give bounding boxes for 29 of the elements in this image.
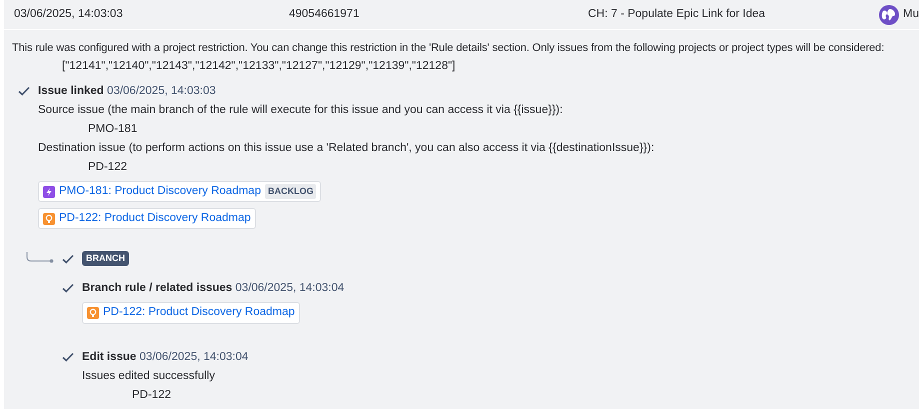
detail-label: Source issue (the main branch of the rule will execute for this issue and you can access it via {{issue}}): bbox=[38, 103, 564, 118]
branch-badge: BRANCH bbox=[82, 250, 129, 266]
check-icon bbox=[18, 85, 30, 97]
rule-name: CH: 7 - Populate Epic Link for Idea bbox=[588, 6, 766, 22]
step-title: Edit issue 03/06/2025, 14:03:04 bbox=[82, 350, 248, 366]
restriction-message: This rule was configured with a project restriction. You can change this restriction in the 'Rule details' section. Only issues from the following projects or project types will be considered: bbox=[12, 41, 886, 56]
check-icon bbox=[62, 252, 74, 264]
branch-connector bbox=[26, 252, 54, 266]
lightning-icon bbox=[43, 186, 55, 198]
execution-id: 49054661971 bbox=[289, 6, 360, 22]
issue-key: PD-122 bbox=[38, 158, 919, 177]
issue-link[interactable]: PMO-181: Product Discovery Roadmap BACKLOG bbox=[38, 181, 322, 202]
issue-link[interactable]: PD-122: Product Discovery Roadmap bbox=[82, 302, 300, 324]
issue-key: PD-122 bbox=[82, 386, 919, 406]
issue-link[interactable]: PD-122: Product Discovery Roadmap bbox=[38, 208, 256, 230]
project-id-list: ["12141","12140","12143","12142","12133","12127","12129","12139","12128"] bbox=[14, 57, 919, 75]
issue-key: PMO-181 bbox=[38, 120, 919, 139]
row-timestamp: 03/06/2025, 14:03:03 bbox=[14, 6, 124, 22]
user-name: Mu bbox=[903, 6, 919, 22]
step-title: Branch rule / related issues 03/06/2025, 14:03:04 bbox=[82, 281, 344, 296]
globe-icon bbox=[879, 4, 899, 24]
detail-label: Destination issue (to perform actions on this issue use a 'Related branch', you can also access it via {{destinationIssue}}): bbox=[38, 141, 656, 156]
check-icon bbox=[62, 282, 74, 294]
status-lozenge: BACKLOG bbox=[264, 184, 316, 200]
lightbulb-icon bbox=[87, 306, 99, 319]
detail-label: Issues edited successfully bbox=[82, 369, 216, 384]
lightbulb-icon bbox=[43, 212, 55, 224]
step-title: Issue linked 03/06/2025, 14:03:03 bbox=[38, 84, 216, 99]
check-icon bbox=[62, 351, 74, 364]
